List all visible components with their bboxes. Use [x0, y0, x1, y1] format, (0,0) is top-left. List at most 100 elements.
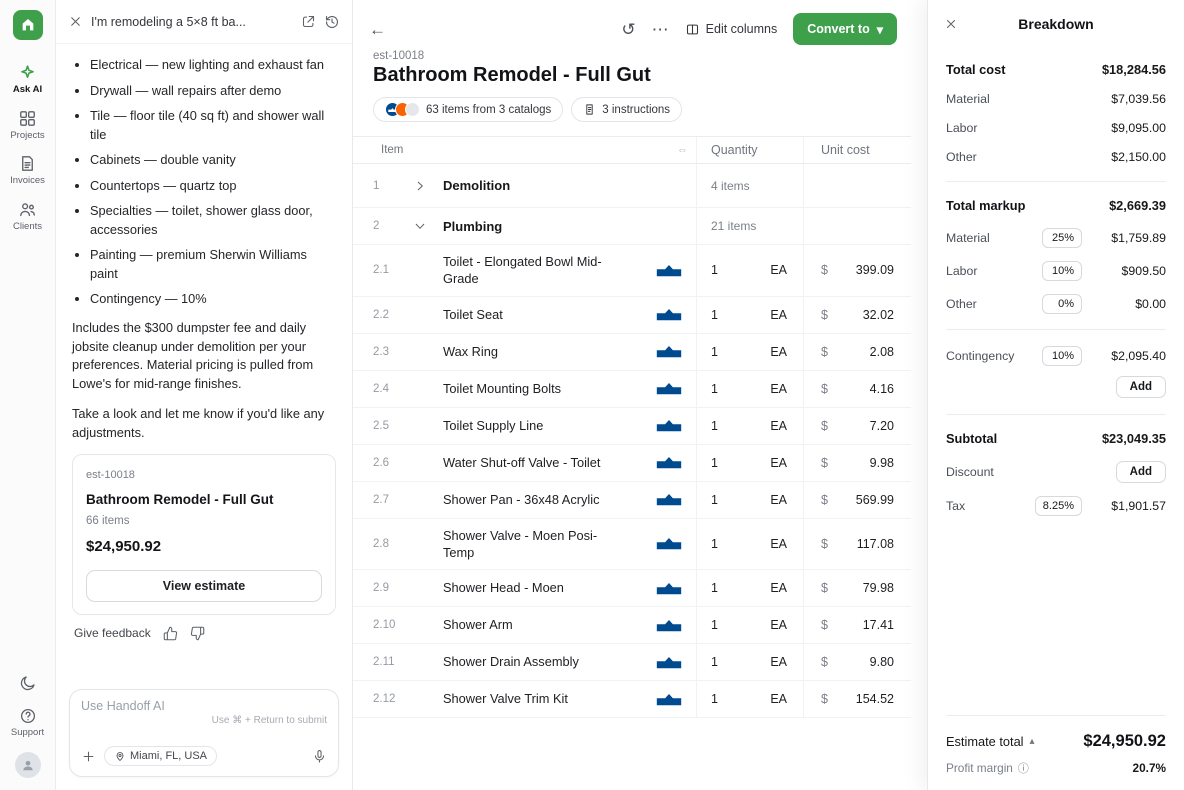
handoff-logo-icon[interactable] [13, 10, 43, 40]
profit-margin-value: 20.7% [1133, 761, 1166, 775]
table-row[interactable]: 2.11Shower Drain Assembly 1EA $9.80 [353, 644, 911, 681]
row-number: 2.4 [373, 383, 413, 395]
row-number: 2.8 [373, 538, 413, 550]
info-icon[interactable]: ⓘ [1018, 760, 1029, 776]
close-breakdown-button[interactable] [944, 17, 958, 31]
back-icon[interactable]: ← [369, 21, 386, 38]
add-discount-button[interactable]: Add [1116, 461, 1166, 483]
edit-columns-button[interactable]: Edit columns [685, 22, 778, 37]
thumbs-down-icon[interactable] [190, 626, 205, 641]
breakdown-title: Breakdown [946, 16, 1166, 32]
message-paragraph: Take a look and let me know if you'd lik… [72, 405, 336, 442]
sidebar-item-ask-ai[interactable]: Ask AI [0, 56, 55, 102]
table-row[interactable]: 2.6Water Shut-off Valve - Toilet 1EA $9.… [353, 445, 911, 482]
table-row[interactable]: 2.3Wax Ring 1EA $2.08 [353, 334, 911, 371]
view-estimate-button[interactable]: View estimate [86, 570, 322, 602]
table-row[interactable]: 2.12Shower Valve Trim Kit 1EA $154.52 [353, 681, 911, 718]
theme-toggle-icon[interactable] [19, 666, 37, 700]
chat-composer[interactable]: Use Handoff AI Use ⌘ + Return to submit … [69, 689, 339, 777]
chat-header: I'm remodeling a 5×8 ft ba... [56, 0, 352, 44]
breakdown-panel: Breakdown Total cost $18,284.56 Material… [927, 0, 1184, 790]
scope-bullet: Cabinets — double vanity [90, 151, 336, 170]
item-name: Wax Ring [443, 335, 498, 368]
quantity-value: 1 [711, 382, 718, 396]
history-button[interactable] [324, 14, 340, 30]
total-cost-value: $18,284.56 [1102, 62, 1166, 77]
cost-row: Labor $9,095.00 [946, 121, 1166, 135]
scope-bullet: Countertops — quartz top [90, 177, 336, 196]
table-row[interactable]: 2.10Shower Arm 1EA $17.41 [353, 607, 911, 644]
profit-margin-label: Profit margin [946, 761, 1013, 775]
quantity-value: 1 [711, 655, 718, 669]
location-chip[interactable]: Miami, FL, USA [104, 746, 217, 766]
scope-bullet: Painting — premium Sherwin Williams pain… [90, 246, 336, 283]
add-attachment-icon[interactable] [81, 749, 96, 764]
pin-icon [114, 750, 126, 762]
chevron-right-icon[interactable] [413, 179, 443, 193]
cost-row: Other $2,150.00 [946, 150, 1166, 164]
total-markup-label: Total markup [946, 198, 1025, 213]
material-markup-input[interactable]: 25% [1042, 228, 1082, 248]
sidebar-item-clients[interactable]: Clients [0, 193, 55, 239]
estimate-total-value: $24,950.92 [1083, 732, 1166, 751]
contingency-row: Contingency 10% $2,095.40 [946, 346, 1166, 366]
convert-to-button[interactable]: Convert to ▾ [793, 13, 897, 45]
composer-placeholder[interactable]: Use Handoff AI [81, 699, 327, 713]
table-row[interactable]: 2.5Toilet Supply Line 1EA $7.20 [353, 408, 911, 445]
chevron-up-icon[interactable]: ▴ [1030, 736, 1035, 747]
markup-row: Other 0% $0.00 [946, 294, 1166, 314]
instructions-chip[interactable]: 3 instructions [571, 97, 682, 122]
supplier-logo-icon [656, 693, 682, 706]
quantity-value: 1 [711, 456, 718, 470]
grid-icon [18, 109, 37, 128]
sidebar-item-projects[interactable]: Projects [0, 102, 55, 148]
row-number: 2.10 [373, 619, 413, 631]
other-markup-input[interactable]: 0% [1042, 294, 1082, 314]
table-row[interactable]: 2.8Shower Valve - Moen Posi-Temp 1EA $11… [353, 519, 911, 571]
unit-value: EA [770, 581, 787, 595]
quantity-value: 1 [711, 537, 718, 551]
table-row[interactable]: 2.1Toilet - Elongated Bowl Mid-Grade 1EA… [353, 245, 911, 297]
currency-symbol: $ [821, 493, 828, 507]
microphone-icon[interactable] [312, 749, 327, 764]
chevron-down-icon[interactable] [413, 219, 443, 233]
estimate-total-label: Estimate total [946, 734, 1024, 749]
group-row[interactable]: 1 Demolition 4 items [353, 164, 911, 208]
sidebar-item-invoices[interactable]: Invoices [0, 147, 55, 193]
catalogs-chip[interactable]: 63 items from 3 catalogs [373, 97, 563, 122]
share-button[interactable] [301, 14, 316, 29]
supplier-logo-icon [656, 456, 682, 469]
group-row[interactable]: 2 Plumbing 21 items [353, 208, 911, 245]
group-name: Plumbing [443, 219, 502, 234]
profit-margin-row: Profit margin ⓘ 20.7% [946, 760, 1166, 776]
estimate-card[interactable]: est-10018 Bathroom Remodel - Full Gut 66… [72, 454, 336, 615]
close-chat-button[interactable] [68, 14, 83, 29]
help-icon [19, 707, 37, 725]
thumbs-up-icon[interactable] [163, 626, 178, 641]
unit-value: EA [770, 345, 787, 359]
tax-input[interactable]: 8.25% [1035, 496, 1082, 516]
column-header-quantity[interactable]: Quantity [696, 137, 803, 163]
add-contingency-button[interactable]: Add [1116, 376, 1166, 398]
user-avatar[interactable] [15, 752, 41, 778]
table-row[interactable]: 2.2Toilet Seat 1EA $32.02 [353, 297, 911, 334]
cost-row: Material $7,039.56 [946, 92, 1166, 106]
column-header-unit-cost[interactable]: Unit cost [803, 137, 911, 163]
currency-symbol: $ [821, 263, 828, 277]
row-number: 2.1 [373, 264, 413, 276]
labor-markup-input[interactable]: 10% [1042, 261, 1082, 281]
chat-thread-title[interactable]: I'm remodeling a 5×8 ft ba... [91, 15, 293, 29]
table-row[interactable]: 2.7Shower Pan - 36x48 Acrylic 1EA $569.9… [353, 482, 911, 519]
sidebar-item-support[interactable]: Support [0, 700, 55, 745]
contingency-input[interactable]: 10% [1042, 346, 1082, 366]
column-header-item[interactable]: Item [381, 144, 403, 156]
unit-cost-value: 399.09 [856, 263, 894, 277]
table-row[interactable]: 2.4Toilet Mounting Bolts 1EA $4.16 [353, 371, 911, 408]
undo-icon[interactable]: ↺ [621, 21, 635, 38]
unit-cost-value: 7.20 [870, 419, 894, 433]
table-row[interactable]: 2.9Shower Head - Moen 1EA $79.98 [353, 570, 911, 607]
more-icon[interactable]: ⋯ [652, 21, 669, 38]
close-icon [944, 17, 958, 31]
subtotal-label: Subtotal [946, 431, 997, 446]
column-resize-icon[interactable]: ⇔ [677, 144, 688, 156]
